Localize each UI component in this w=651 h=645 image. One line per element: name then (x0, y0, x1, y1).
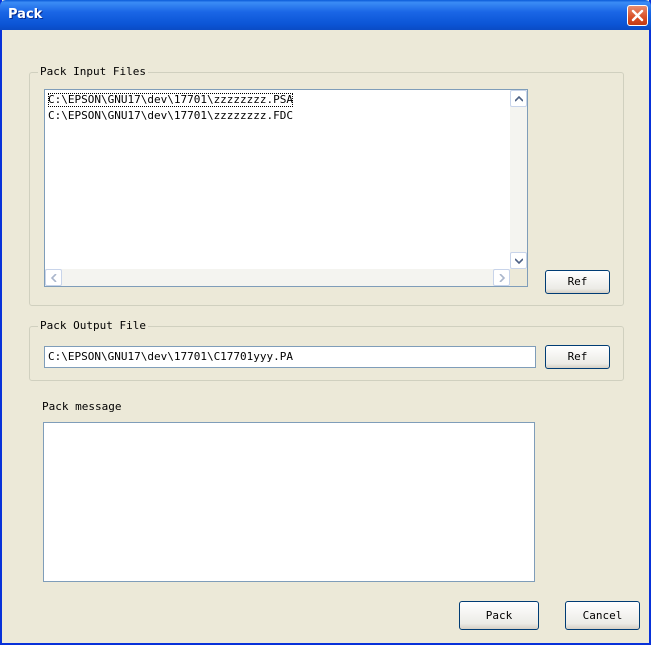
output-file-path: C:\EPSON\GNU17\dev\17701\C17701yyy.PA (48, 350, 294, 363)
pack-button-label: Pack (485, 609, 513, 622)
input-ref-button[interactable]: Ref (545, 270, 610, 294)
pack-button[interactable]: Pack (459, 601, 539, 630)
title-bar[interactable]: Pack (0, 0, 651, 30)
pack-message-area[interactable] (43, 422, 535, 582)
scroll-left-button[interactable] (45, 269, 62, 286)
list-item[interactable]: C:\EPSON\GNU17\dev\17701\zzzzzzzz.FDC (48, 109, 293, 123)
arrow-left-icon (50, 274, 57, 282)
cancel-button[interactable]: Cancel (565, 601, 640, 630)
pack-dialog: Pack Pack Input Files C:\EPSON\GNU17\dev… (0, 0, 651, 645)
output-ref-label: Ref (567, 350, 588, 363)
horizontal-scrollbar[interactable] (45, 269, 510, 286)
cancel-button-label: Cancel (582, 609, 623, 622)
output-file-group-label: Pack Output File (38, 319, 148, 333)
close-icon (631, 9, 644, 22)
arrow-down-icon (515, 258, 523, 265)
output-file-field[interactable]: C:\EPSON\GNU17\dev\17701\C17701yyy.PA (44, 346, 536, 368)
input-files-group: Pack Input Files C:\EPSON\GNU17\dev\1770… (29, 65, 624, 306)
input-files-group-label: Pack Input Files (38, 65, 148, 79)
window-title: Pack (8, 7, 43, 22)
scroll-up-button[interactable] (510, 90, 527, 107)
input-files-list[interactable]: C:\EPSON\GNU17\dev\17701\zzzzzzzz.PSA C:… (44, 89, 528, 287)
output-file-group: Pack Output File C:\EPSON\GNU17\dev\1770… (29, 319, 624, 381)
vertical-scrollbar[interactable] (510, 90, 527, 269)
pack-message-label: Pack message (42, 400, 122, 413)
output-ref-button[interactable]: Ref (545, 345, 610, 369)
scrollbar-corner (510, 269, 527, 286)
scroll-down-button[interactable] (510, 252, 527, 269)
arrow-up-icon (515, 95, 523, 102)
list-item[interactable]: C:\EPSON\GNU17\dev\17701\zzzzzzzz.PSA (48, 93, 294, 107)
input-ref-label: Ref (567, 275, 588, 288)
close-button[interactable] (627, 5, 648, 26)
scroll-right-button[interactable] (493, 269, 510, 286)
arrow-right-icon (499, 274, 506, 282)
